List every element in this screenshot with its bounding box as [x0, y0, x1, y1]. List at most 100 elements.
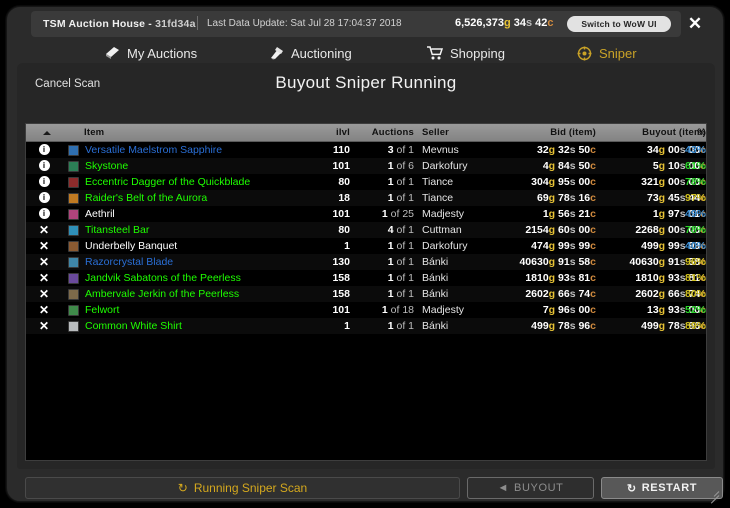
table-row[interactable]: ✕ Ambervale Jerkin of the Peerless 158 1 of…	[26, 286, 706, 302]
item-name[interactable]: Raider's Belt of the Aurora	[85, 190, 315, 206]
item-name[interactable]: Felwort	[85, 302, 315, 318]
auctions-total: of 1	[396, 144, 414, 156]
column-header-pct[interactable]: %	[662, 124, 706, 142]
bid-price: 69g 78s 16c	[496, 190, 596, 206]
remove-icon[interactable]: ✕	[39, 255, 49, 269]
spinner-icon: ↻	[177, 481, 188, 495]
table-row[interactable]: ✕ Razorcrystal Blade 130 1 of 1 Bánki 40630g …	[26, 254, 706, 270]
column-header-ilvl[interactable]: ilvl	[312, 124, 350, 142]
amount-gold: 1810	[635, 272, 659, 284]
restart-button[interactable]: ↻ RESTART	[601, 477, 723, 499]
auctions-total: of 1	[396, 240, 414, 252]
row-status-cell[interactable]: ✕	[26, 222, 62, 238]
row-status-cell[interactable]: i	[26, 158, 62, 174]
running-scan-label: Running Sniper Scan	[193, 481, 308, 495]
row-status-cell[interactable]: ✕	[26, 286, 62, 302]
table-row[interactable]: i Eccentric Dagger of the Quickblade 80 1 o…	[26, 174, 706, 190]
copper-suffix: c	[590, 192, 596, 204]
item-name[interactable]: Aethril	[85, 206, 315, 222]
bid-price: 474g 99s 99c	[496, 238, 596, 254]
buyout-button[interactable]: ◄ BUYOUT	[467, 477, 594, 499]
info-icon[interactable]: i	[38, 143, 50, 155]
table-row[interactable]: i Raider's Belt of the Aurora 18 1 of 1 Tian…	[26, 190, 706, 206]
column-header-item[interactable]: Item	[84, 124, 312, 142]
table-row[interactable]: ✕ Underbelly Banquet 1 1 of 1 Darkofury 474g …	[26, 238, 706, 254]
info-icon[interactable]: i	[38, 207, 50, 219]
auctions-current: 1	[387, 176, 394, 188]
item-name[interactable]: Titansteel Bar	[85, 222, 315, 238]
item-name[interactable]: Common White Shirt	[85, 318, 315, 334]
info-icon[interactable]: i	[38, 191, 50, 203]
gold-suffix: g	[548, 192, 556, 204]
row-status-cell[interactable]: i	[26, 174, 62, 190]
item-name[interactable]: Versatile Maelstrom Sapphire	[85, 142, 315, 158]
remove-icon[interactable]: ✕	[39, 287, 49, 301]
title-bar: TSM Auction House - 31fd34a Last Data Up…	[7, 7, 725, 39]
remove-icon[interactable]: ✕	[39, 239, 49, 253]
market-percent: 97%	[684, 192, 706, 204]
market-percent: 78%	[684, 224, 706, 236]
market-percent: 61%	[684, 160, 706, 172]
table-row[interactable]: i Versatile Maelstrom Sapphire 110 3 of 1 Me…	[26, 142, 706, 158]
column-header-bid[interactable]: Bid (item)	[496, 124, 596, 142]
auctions-count: 3 of 1	[356, 142, 414, 158]
market-percent: 40%	[684, 240, 706, 252]
item-texture-icon	[68, 160, 79, 172]
silver-suffix: s	[569, 320, 576, 332]
amount-gold: 1810	[525, 272, 549, 284]
row-status-cell[interactable]: ✕	[26, 270, 62, 286]
table-row[interactable]: i Aethril 101 1 of 25 Madjesty 1g 56s 21c 1g 9…	[26, 206, 706, 222]
row-status-cell[interactable]: ✕	[26, 238, 62, 254]
table-row[interactable]: ✕ Titansteel Bar 80 4 of 1 Cuttman 2154g 60s …	[26, 222, 706, 238]
switch-to-wow-ui-button[interactable]: Switch to WoW UI	[567, 16, 671, 32]
row-status-cell[interactable]: i	[26, 190, 62, 206]
row-status-cell[interactable]: ✕	[26, 254, 62, 270]
table-row[interactable]: i Skystone 101 1 of 6 Darkofury 4g 84s 50c 5g …	[26, 158, 706, 174]
item-name[interactable]: Ambervale Jerkin of the Peerless	[85, 286, 315, 302]
item-name[interactable]: Jandvik Sabatons of the Peerless	[85, 270, 315, 286]
auctions-total: of 18	[390, 304, 414, 316]
item-texture-icon	[68, 304, 79, 316]
item-name[interactable]: Eccentric Dagger of the Quickblade	[85, 174, 315, 190]
auctions-total: of 1	[396, 288, 414, 300]
item-name[interactable]: Razorcrystal Blade	[85, 254, 315, 270]
remove-icon[interactable]: ✕	[39, 319, 49, 333]
copper-suffix: c	[590, 160, 596, 172]
table-row[interactable]: ✕ Felwort 101 1 of 18 Madjesty 7g 96s 00c 13g …	[26, 302, 706, 318]
amount-silver: 66	[558, 288, 570, 300]
copper-suffix: c	[590, 176, 596, 188]
row-status-cell[interactable]: i	[26, 206, 62, 222]
item-icon-cell	[68, 302, 82, 318]
auctions-total: of 1	[396, 176, 414, 188]
amount-silver: 78	[558, 192, 570, 204]
close-icon[interactable]: ✕	[673, 11, 717, 37]
copper-suffix: c	[590, 304, 596, 316]
table-row[interactable]: ✕ Jandvik Sabatons of the Peerless 158 1 of…	[26, 270, 706, 286]
scan-status-title: Buyout Sniper Running	[275, 73, 457, 92]
amount-silver: 95	[558, 176, 570, 188]
table-row[interactable]: ✕ Common White Shirt 1 1 of 1 Bánki 499g 78s …	[26, 318, 706, 334]
info-icon[interactable]: i	[38, 159, 50, 171]
item-texture-icon	[68, 240, 79, 252]
row-status-cell[interactable]: ✕	[26, 318, 62, 334]
sort-ascending-icon[interactable]	[43, 131, 51, 135]
resize-grip[interactable]	[707, 486, 720, 504]
column-header-auctions[interactable]: Auctions	[356, 124, 414, 142]
item-level: 101	[332, 304, 350, 316]
market-percent: 78%	[684, 176, 706, 188]
amount-gold: 32	[536, 144, 549, 156]
row-status-cell[interactable]: ✕	[26, 302, 62, 318]
item-name[interactable]: Skystone	[85, 158, 315, 174]
row-status-cell[interactable]: i	[26, 142, 62, 158]
copper-suffix: c	[590, 256, 596, 268]
remove-icon[interactable]: ✕	[39, 271, 49, 285]
last-data-update-label: Last Data Update: Sat Jul 28 17:04:37 20…	[207, 18, 402, 29]
gold-suffix: g	[548, 176, 556, 188]
footer-bar: ↻ Running Sniper Scan ◄ BUYOUT ↻ RESTART	[17, 477, 723, 501]
item-name[interactable]: Underbelly Banquet	[85, 238, 315, 254]
remove-icon[interactable]: ✕	[39, 223, 49, 237]
bid-price: 2602g 66s 74c	[496, 286, 596, 302]
restart-label: RESTART	[641, 482, 698, 494]
info-icon[interactable]: i	[38, 175, 50, 187]
remove-icon[interactable]: ✕	[39, 303, 49, 317]
